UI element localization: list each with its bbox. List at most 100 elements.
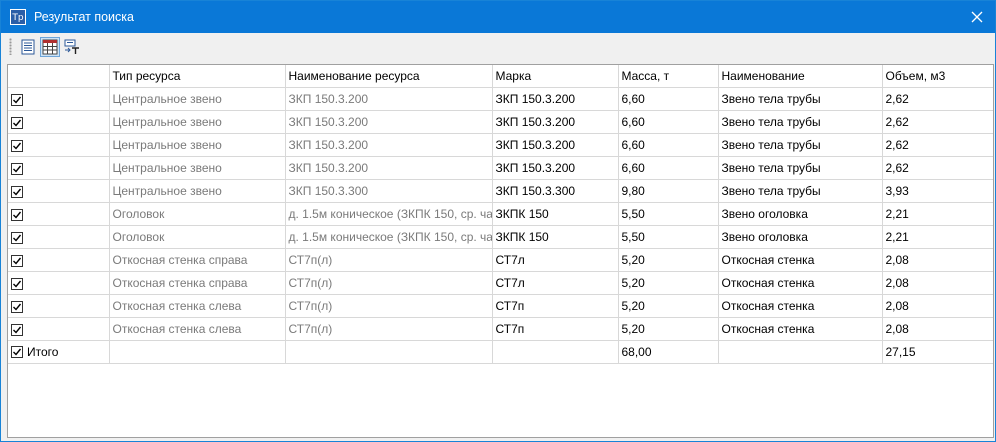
- row-checkbox[interactable]: [11, 323, 23, 336]
- cell-resource-type[interactable]: Центральное звено: [109, 179, 286, 203]
- table-row[interactable]: Центральное звено ЗКП 150.3.200 ЗКП 150.3.…: [8, 110, 993, 134]
- cell-resource-type[interactable]: Откосная стенка слева: [109, 294, 286, 318]
- row-check-cell[interactable]: [8, 110, 110, 134]
- cell-mark[interactable]: ЗКПК 150: [492, 225, 619, 249]
- row-checkbox[interactable]: [11, 277, 23, 290]
- cell-mark[interactable]: ЗКПК 150: [492, 202, 619, 226]
- cell-volume[interactable]: 2,62: [882, 110, 993, 134]
- cell-name[interactable]: Звено оголовка: [718, 202, 883, 226]
- cell-resource-type[interactable]: Центральное звено: [109, 156, 286, 180]
- row-checkbox[interactable]: [11, 139, 23, 152]
- cell-volume[interactable]: 2,08: [882, 248, 993, 272]
- cell-volume[interactable]: 2,08: [882, 294, 993, 318]
- table-row[interactable]: Центральное звено ЗКП 150.3.300 ЗКП 150.3.…: [8, 179, 993, 203]
- cell-mass[interactable]: 5,50: [618, 225, 719, 249]
- row-check-cell[interactable]: [8, 133, 110, 157]
- cell-name[interactable]: Звено тела трубы: [718, 179, 883, 203]
- cell-mass[interactable]: 5,20: [618, 294, 719, 318]
- cell-mark[interactable]: ЗКП 150.3.300: [492, 179, 619, 203]
- table-row[interactable]: Откосная стенка справа СТ7п(л) СТ7л 5,20 Отк…: [8, 248, 993, 272]
- cell-name[interactable]: Звено тела трубы: [718, 156, 883, 180]
- column-header-mark[interactable]: Марка ^: [492, 65, 619, 88]
- cell-name[interactable]: Откосная стенка: [718, 271, 883, 295]
- cell-name[interactable]: Звено оголовка: [718, 225, 883, 249]
- table-row[interactable]: Откосная стенка слева СТ7п(л) СТ7п 5,20 Отко…: [8, 317, 993, 341]
- cell-mark[interactable]: ЗКП 150.3.200: [492, 87, 619, 111]
- table-row[interactable]: Откосная стенка слева СТ7п(л) СТ7п 5,20 Отко…: [8, 294, 993, 318]
- cell-mass[interactable]: 6,60: [618, 133, 719, 157]
- cell-volume[interactable]: 2,62: [882, 87, 993, 111]
- cell-mass[interactable]: 5,50: [618, 202, 719, 226]
- cell-mass[interactable]: 9,80: [618, 179, 719, 203]
- column-header-resource-type[interactable]: Тип ресурса: [109, 65, 286, 88]
- row-check-cell[interactable]: [8, 202, 110, 226]
- cell-volume[interactable]: 3,93: [882, 179, 993, 203]
- cell-volume[interactable]: 2,08: [882, 271, 993, 295]
- cell-name[interactable]: Откосная стенка: [718, 248, 883, 272]
- total-check-cell[interactable]: Итого: [8, 340, 110, 364]
- cell-volume[interactable]: 2,62: [882, 156, 993, 180]
- row-check-cell[interactable]: [8, 156, 110, 180]
- cell-mark[interactable]: ЗКП 150.3.200: [492, 110, 619, 134]
- cell-resource-name[interactable]: СТ7п(л): [285, 317, 493, 341]
- cell-mass[interactable]: 6,60: [618, 156, 719, 180]
- row-checkbox[interactable]: [11, 300, 23, 313]
- cell-resource-name[interactable]: ЗКП 150.3.200: [285, 156, 493, 180]
- cell-resource-name[interactable]: ЗКП 150.3.200: [285, 133, 493, 157]
- column-header-volume[interactable]: Объем, м3: [882, 65, 993, 88]
- cell-resource-type[interactable]: Центральное звено: [109, 133, 286, 157]
- row-checkbox[interactable]: [11, 162, 23, 175]
- row-checkbox[interactable]: [11, 208, 23, 221]
- cell-resource-type[interactable]: Откосная стенка справа: [109, 271, 286, 295]
- cell-mass[interactable]: 6,60: [618, 110, 719, 134]
- cell-resource-name[interactable]: д. 1.5м коническое (ЗКПК 150, ср. ча...: [285, 225, 493, 249]
- table-row[interactable]: Откосная стенка справа СТ7п(л) СТ7л 5,20 Отк…: [8, 271, 993, 295]
- cell-resource-name[interactable]: СТ7п(л): [285, 248, 493, 272]
- column-header-resource-name[interactable]: Наименование ресурса: [285, 65, 493, 88]
- cell-name[interactable]: Звено тела трубы: [718, 133, 883, 157]
- title-bar[interactable]: Тр Результат поиска: [1, 1, 995, 33]
- row-checkbox[interactable]: [11, 185, 23, 198]
- cell-volume[interactable]: 2,62: [882, 133, 993, 157]
- row-checkbox[interactable]: [11, 231, 23, 244]
- cell-mark[interactable]: ЗКП 150.3.200: [492, 133, 619, 157]
- cell-resource-name[interactable]: ЗКП 150.3.200: [285, 110, 493, 134]
- row-checkbox[interactable]: [11, 254, 23, 267]
- cell-resource-name[interactable]: д. 1.5м коническое (ЗКПК 150, ср. ча...: [285, 202, 493, 226]
- cell-resource-type[interactable]: Откосная стенка слева: [109, 317, 286, 341]
- table-row[interactable]: Оголовок д. 1.5м коническое (ЗКПК 150, ср…: [8, 202, 993, 226]
- toolbar-grip[interactable]: [9, 38, 12, 55]
- row-checkbox[interactable]: [11, 116, 23, 129]
- row-check-cell[interactable]: [8, 317, 110, 341]
- row-check-cell[interactable]: [8, 179, 110, 203]
- cell-mark[interactable]: СТ7л: [492, 271, 619, 295]
- row-check-cell[interactable]: [8, 225, 110, 249]
- table-row[interactable]: Центральное звено ЗКП 150.3.200 ЗКП 150.3.…: [8, 133, 993, 157]
- table-row[interactable]: Центральное звено ЗКП 150.3.200 ЗКП 150.3.…: [8, 156, 993, 180]
- column-header-name[interactable]: Наименование: [718, 65, 883, 88]
- cell-mass[interactable]: 5,20: [618, 248, 719, 272]
- cell-mark[interactable]: ЗКП 150.3.200: [492, 156, 619, 180]
- table-row[interactable]: Оголовок д. 1.5м коническое (ЗКПК 150, ср…: [8, 225, 993, 249]
- total-checkbox[interactable]: [11, 346, 23, 359]
- cell-resource-type[interactable]: Центральное звено: [109, 110, 286, 134]
- cell-mark[interactable]: СТ7л: [492, 248, 619, 272]
- cell-volume[interactable]: 2,21: [882, 202, 993, 226]
- cell-resource-type[interactable]: Оголовок: [109, 225, 286, 249]
- cell-name[interactable]: Откосная стенка: [718, 294, 883, 318]
- cell-mass[interactable]: 6,60: [618, 87, 719, 111]
- cell-name[interactable]: Звено тела трубы: [718, 87, 883, 111]
- column-chooser-button[interactable]: [40, 36, 60, 57]
- total-row[interactable]: Итого 68,00 27,15: [8, 340, 993, 364]
- table-row[interactable]: Центральное звено ЗКП 150.3.200 ЗКП 150.3.…: [8, 87, 993, 111]
- cell-mass[interactable]: 5,20: [618, 317, 719, 341]
- cell-resource-type[interactable]: Откосная стенка справа: [109, 248, 286, 272]
- row-check-cell[interactable]: [8, 271, 110, 295]
- cell-mark[interactable]: СТ7п: [492, 317, 619, 341]
- row-checkbox[interactable]: [11, 93, 23, 106]
- cell-volume[interactable]: 2,08: [882, 317, 993, 341]
- row-check-cell[interactable]: [8, 248, 110, 272]
- cell-name[interactable]: Звено тела трубы: [718, 110, 883, 134]
- cell-mark[interactable]: СТ7п: [492, 294, 619, 318]
- cell-resource-type[interactable]: Центральное звено: [109, 87, 286, 111]
